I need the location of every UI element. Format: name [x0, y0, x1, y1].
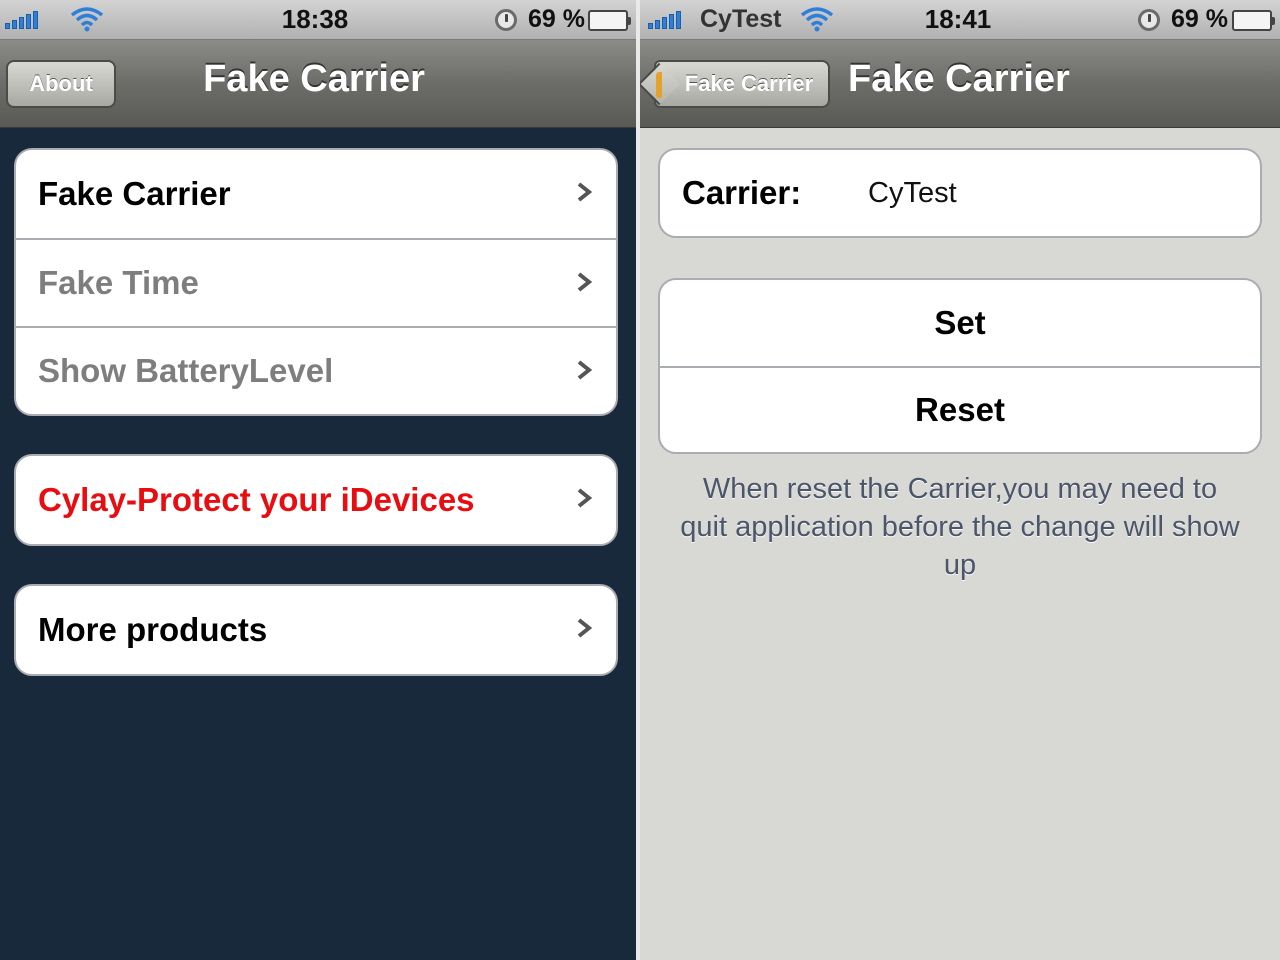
more-group: More products [14, 584, 618, 676]
chevron-right-icon [577, 272, 593, 292]
settings-group: Fake Carrier Fake Time Show BatteryLevel [14, 148, 618, 416]
menu-item-label: Show BatteryLevel [38, 352, 334, 389]
battery-percent: 69 % [528, 5, 585, 33]
menu-item-show-battery-level[interactable]: Show BatteryLevel [16, 326, 616, 414]
left-screen: 18:38 69 % About Fake Carrier Fake Carri… [0, 0, 636, 960]
back-button[interactable]: Fake Carrier [640, 60, 830, 108]
battery-percent: 69 % [1171, 5, 1228, 33]
navigation-bar: Fake Carrier Fake Carrier [640, 40, 1280, 128]
status-bar: CyTest 18:41 69 % [640, 0, 1280, 40]
menu-item-fake-carrier[interactable]: Fake Carrier [16, 150, 616, 238]
carrier-group: Carrier: [658, 148, 1262, 238]
menu-item-label: Fake Time [38, 264, 199, 301]
carrier-input[interactable] [868, 176, 1228, 210]
set-button[interactable]: Set [660, 280, 1260, 366]
menu-item-more-products[interactable]: More products [16, 586, 616, 674]
menu-item-cylay-protect[interactable]: Cylay-Protect your iDevices [16, 456, 616, 544]
battery-icon [588, 10, 631, 31]
wifi-icon [800, 7, 834, 32]
alarm-clock-icon [495, 9, 517, 31]
chevron-right-icon [577, 618, 593, 638]
battery-icon [1232, 10, 1275, 31]
status-carrier: CyTest [700, 5, 782, 33]
menu-item-label: Cylay-Protect your iDevices [38, 481, 475, 518]
right-screen: CyTest 18:41 69 % Fake Carrier Fake Carr… [640, 0, 1280, 960]
wifi-icon [70, 7, 104, 32]
page-title: Fake Carrier [203, 58, 425, 100]
chevron-right-icon [577, 182, 593, 202]
menu-item-label: Fake Carrier [38, 175, 231, 212]
actions-group: Set Reset [658, 278, 1262, 454]
status-time: 18:38 [281, 4, 349, 34]
reset-footnote: When reset the Carrier,you may need to q… [680, 473, 1240, 581]
carrier-label: Carrier: [682, 174, 802, 211]
status-time: 18:41 [924, 4, 992, 34]
alarm-clock-icon [1138, 9, 1160, 31]
chevron-right-icon [577, 360, 593, 380]
signal-bars-icon [648, 9, 681, 29]
promo-group: Cylay-Protect your iDevices [14, 454, 618, 546]
back-accent [656, 72, 662, 98]
reset-button[interactable]: Reset [660, 366, 1260, 452]
chevron-right-icon [577, 488, 593, 508]
navigation-bar: About Fake Carrier [0, 40, 636, 128]
signal-bars-icon [5, 9, 38, 29]
back-button-label: Fake Carrier [684, 71, 814, 96]
status-bar: 18:38 69 % [0, 0, 636, 40]
menu-item-fake-time[interactable]: Fake Time [16, 238, 616, 326]
page-title: Fake Carrier [848, 58, 1070, 100]
menu-item-label: More products [38, 611, 268, 648]
carrier-row[interactable]: Carrier: [660, 150, 1260, 236]
